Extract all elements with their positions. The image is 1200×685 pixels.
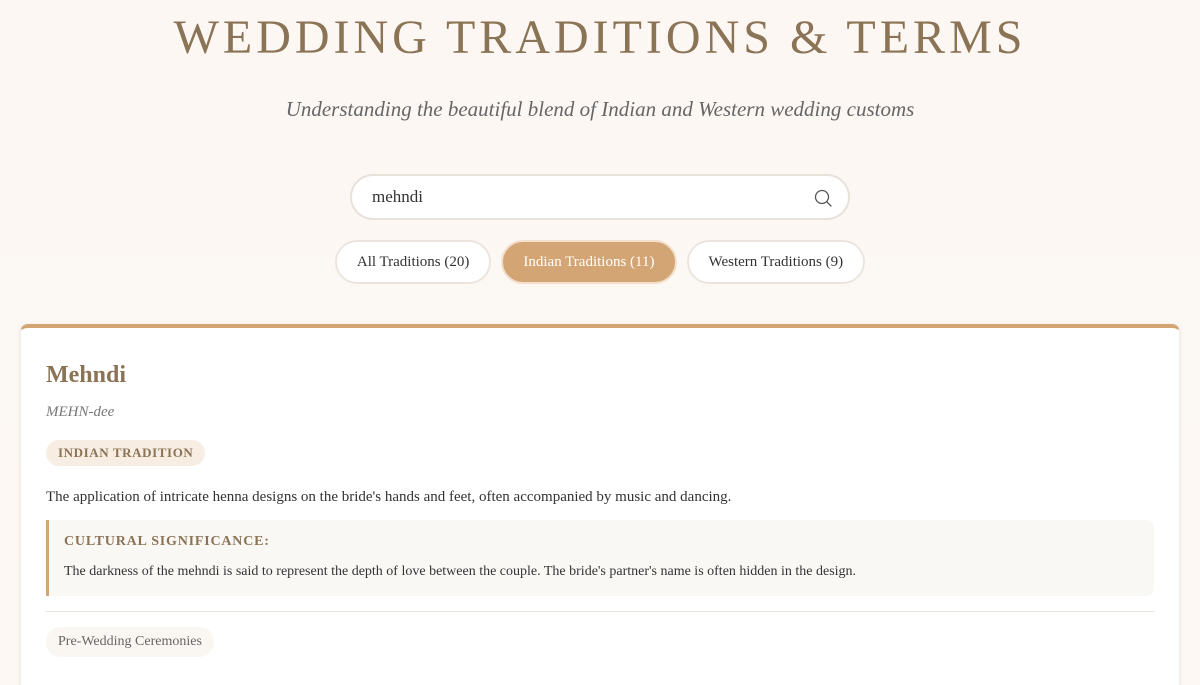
page-title: WEDDING TRADITIONS & TERMS <box>173 11 1027 64</box>
filter-all-traditions[interactable]: All Traditions (20) <box>334 240 492 284</box>
page-subtitle: Understanding the beautiful blend of Ind… <box>285 97 915 121</box>
tradition-badge: INDIAN TRADITION <box>46 440 206 466</box>
term-card: Mehndi MEHN-dee INDIAN TRADITION The app… <box>20 324 1180 685</box>
filter-western-traditions[interactable]: Western Traditions (9) <box>686 240 866 284</box>
search-input[interactable] <box>372 186 792 208</box>
search-icon[interactable] <box>812 187 834 209</box>
significance-text: The darkness of the mehndi is said to re… <box>64 564 857 579</box>
term-description: The application of intricate henna desig… <box>46 489 732 505</box>
filter-indian-traditions[interactable]: Indian Traditions (11) <box>501 240 677 284</box>
term-name: Mehndi <box>46 362 127 388</box>
page: WEDDING TRADITIONS & TERMS Understanding… <box>0 0 1200 685</box>
category-tag[interactable]: Pre-Wedding Ceremonies <box>46 627 214 657</box>
filter-group: All Traditions (20) Indian Traditions (1… <box>0 240 1200 284</box>
significance-label: CULTURAL SIGNIFICANCE: <box>64 534 270 549</box>
divider <box>46 611 1154 612</box>
term-pronunciation: MEHN-dee <box>46 404 115 420</box>
search-box <box>350 174 850 220</box>
cultural-significance-box: CULTURAL SIGNIFICANCE: The darkness of t… <box>46 520 1154 596</box>
